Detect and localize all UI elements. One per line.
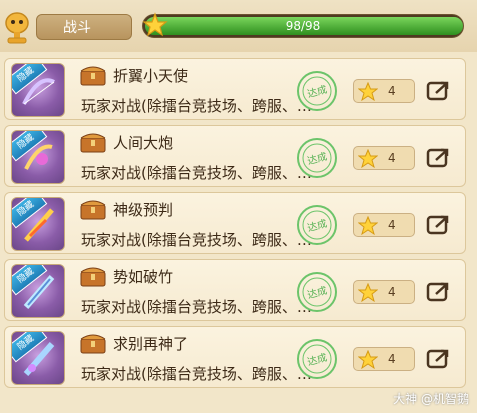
completed-stamp-icon: 达成: [297, 71, 337, 111]
treasure-chest-icon: [80, 334, 106, 354]
achievement-title: 折翼小天使: [113, 67, 189, 85]
achievement-card: 隐藏 求别再神了 玩家对战(除擂台竞技场、跨服、… 达成 4: [4, 326, 466, 388]
external-link-icon[interactable]: [425, 79, 453, 103]
reward-value: 4: [388, 218, 396, 232]
star-icon: [358, 216, 378, 236]
achievement-desc: 玩家对战(除擂台竞技场、跨服、…: [81, 231, 312, 249]
star-icon: [142, 12, 168, 37]
achievement-item-image: 隐藏: [11, 264, 65, 318]
external-link-icon[interactable]: [425, 213, 453, 237]
reward-box: 4: [353, 347, 415, 371]
reward-box: 4: [353, 213, 415, 237]
trophy-icon: [5, 12, 29, 44]
treasure-chest-icon: [80, 200, 106, 220]
achievement-title: 神级预判: [113, 201, 174, 219]
star-icon: [358, 350, 378, 370]
achievement-title: 求别再神了: [113, 335, 189, 353]
external-link-icon[interactable]: [425, 146, 453, 170]
top-bar: 战斗 98/98: [0, 0, 477, 52]
achievement-desc: 玩家对战(除擂台竞技场、跨服、…: [81, 97, 312, 115]
completed-stamp-icon: 达成: [297, 205, 337, 245]
completed-stamp-icon: 达成: [297, 272, 337, 312]
reward-box: 4: [353, 146, 415, 170]
treasure-chest-icon: [80, 267, 106, 287]
achievement-item-image: 隐藏: [11, 130, 65, 184]
reward-value: 4: [388, 285, 396, 299]
progress-text: 98/98: [285, 19, 321, 33]
reward-box: 4: [353, 79, 415, 103]
watermark: 大神 @机智鹅: [393, 392, 469, 406]
external-link-icon[interactable]: [425, 347, 453, 371]
tab-battle[interactable]: 战斗: [36, 14, 132, 40]
tab-battle-label: 战斗: [63, 20, 91, 36]
achievement-item-image: 隐藏: [11, 63, 65, 117]
star-icon: [358, 283, 378, 303]
achievement-card: 隐藏 神级预判 玩家对战(除擂台竞技场、跨服、… 达成 4: [4, 192, 466, 254]
achievement-card: 隐藏 势如破竹 玩家对战(除擂台竞技场、跨服、… 达成 4: [4, 259, 466, 321]
achievement-item-image: 隐藏: [11, 197, 65, 251]
achievement-desc: 玩家对战(除擂台竞技场、跨服、…: [81, 298, 312, 316]
star-icon: [358, 149, 378, 169]
achievement-item-image: 隐藏: [11, 331, 65, 385]
completed-stamp-icon: 达成: [297, 339, 337, 379]
achievement-progress-bar: 98/98: [142, 14, 464, 38]
reward-value: 4: [388, 151, 396, 165]
reward-value: 4: [388, 84, 396, 98]
achievement-title: 势如破竹: [113, 268, 174, 286]
achievement-desc: 玩家对战(除擂台竞技场、跨服、…: [81, 164, 312, 182]
completed-stamp-icon: 达成: [297, 138, 337, 178]
stamp-label: 达成: [306, 151, 328, 168]
stamp-label: 达成: [306, 285, 328, 302]
star-icon: [358, 82, 378, 102]
achievement-desc: 玩家对战(除擂台竞技场、跨服、…: [81, 365, 312, 383]
treasure-chest-icon: [80, 133, 106, 153]
achievement-list: 隐藏 折翼小天使 玩家对战(除擂台竞技场、跨服、… 达成 4 隐藏 人间大炮 玩…: [4, 58, 466, 393]
reward-box: 4: [353, 280, 415, 304]
treasure-chest-icon: [80, 66, 106, 86]
external-link-icon[interactable]: [425, 280, 453, 304]
reward-value: 4: [388, 352, 396, 366]
achievement-card: 隐藏 人间大炮 玩家对战(除擂台竞技场、跨服、… 达成 4: [4, 125, 466, 187]
stamp-label: 达成: [306, 352, 328, 369]
achievement-card: 隐藏 折翼小天使 玩家对战(除擂台竞技场、跨服、… 达成 4: [4, 58, 466, 120]
achievement-title: 人间大炮: [113, 134, 174, 152]
stamp-label: 达成: [306, 218, 328, 235]
stamp-label: 达成: [306, 84, 328, 101]
